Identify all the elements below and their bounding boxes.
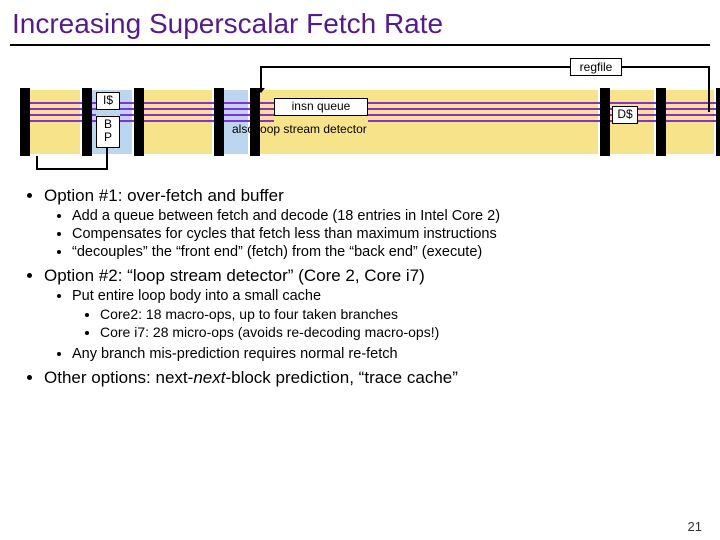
wire [36, 168, 108, 170]
wire [260, 66, 570, 68]
wire [106, 148, 108, 170]
regfile-box: regfile [570, 58, 622, 76]
bullet-option-1: Option #1: over-fetch and buffer Add a q… [44, 186, 702, 260]
pipeline-register [134, 88, 144, 156]
bullet-text: -block prediction, “trace cache” [225, 368, 457, 387]
dcache-box: D$ [612, 106, 638, 124]
bullet-text: Option #1: over-fetch and buffer [44, 186, 284, 205]
insn-queue-box: insn queue [274, 98, 368, 116]
pipeline-register [600, 88, 610, 156]
wire [708, 66, 710, 112]
sub-bullet: “decouples” the “front end” (fetch) from… [72, 244, 702, 260]
bp-label-line: P [104, 130, 112, 144]
stage-bg [144, 90, 212, 154]
stage-bg [662, 90, 714, 154]
sub-bullet: Add a queue between fetch and decode (18… [72, 208, 702, 224]
sub-sub-bullet: Core i7: 28 micro-ops (avoids re-decodin… [100, 324, 702, 340]
sub-bullet: Put entire loop body into a small cache … [72, 288, 702, 340]
pipeline-diagram: regfile I$ B P insn queue also loop stre… [10, 52, 710, 182]
loop-detector-label: also loop stream detector [232, 122, 367, 136]
pipeline-register [656, 88, 666, 156]
pipeline-register [716, 88, 720, 156]
stage-bg [24, 90, 80, 154]
icache-box: I$ [96, 92, 120, 110]
branch-predictor-box: B P [96, 116, 120, 148]
slide-body: Option #1: over-fetch and buffer Add a q… [0, 182, 720, 388]
sub-sub-bullet: Core2: 18 macro-ops, up to four taken br… [100, 306, 702, 322]
bp-label-line: B [104, 117, 112, 131]
wire [260, 66, 262, 90]
bullet-option-3: Other options: next-next-block predictio… [44, 368, 702, 388]
pipeline-register [82, 88, 92, 156]
bullet-text: Put entire loop body into a small cache [72, 288, 321, 304]
bullet-text: Option #2: “loop stream detector” (Core … [44, 266, 425, 285]
page-number: 21 [688, 519, 702, 534]
sub-bullet: Any branch mis-prediction requires norma… [72, 346, 702, 362]
pipeline-register [20, 88, 30, 156]
bullet-option-2: Option #2: “loop stream detector” (Core … [44, 266, 702, 362]
sub-bullet: Compensates for cycles that fetch less t… [72, 226, 702, 242]
pipeline-register [214, 88, 224, 156]
title-rule [10, 44, 710, 46]
bullet-text-ital: next [193, 368, 225, 387]
wire [622, 66, 710, 68]
slide-title: Increasing Superscalar Fetch Rate [0, 0, 720, 44]
bullet-text: Other options: next- [44, 368, 193, 387]
wire [36, 156, 38, 170]
